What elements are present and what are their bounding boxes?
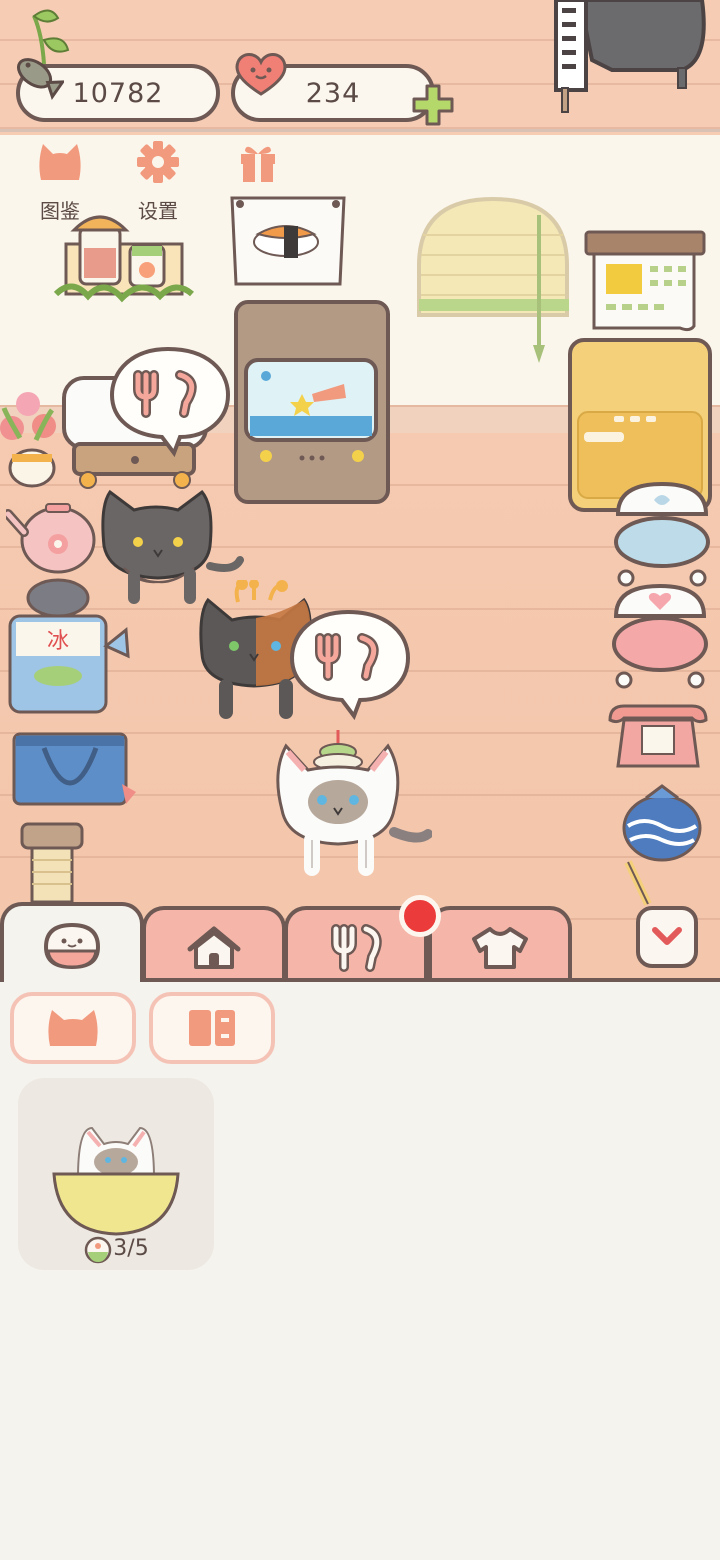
tab-clothes[interactable] xyxy=(428,906,572,986)
tab-home[interactable] xyxy=(142,906,286,986)
scratching-post xyxy=(20,822,84,904)
pink-stool[interactable] xyxy=(608,582,712,692)
book-icon xyxy=(189,1010,235,1046)
rice-ball-icon xyxy=(43,922,101,970)
svg-text:冰: 冰 xyxy=(47,629,69,654)
sushi-poster xyxy=(230,196,346,286)
shirt-icon xyxy=(472,927,528,969)
heart-amount: 234 xyxy=(305,77,361,109)
siamese-cat[interactable] xyxy=(268,722,432,880)
food-request-bubble-2[interactable] xyxy=(288,608,412,720)
chevron-down-icon xyxy=(652,927,682,945)
gift-icon xyxy=(241,146,275,182)
cat-bowl-image xyxy=(52,1126,180,1236)
pink-telephone[interactable] xyxy=(606,700,710,772)
inventory-panel: 3/5 xyxy=(0,982,720,1560)
teapot xyxy=(6,503,96,574)
collapse-panel-button[interactable] xyxy=(636,906,698,968)
jar-shelf xyxy=(53,215,194,303)
cat-head-icon xyxy=(39,144,81,180)
food-request-bubble[interactable] xyxy=(108,345,232,457)
house-icon xyxy=(187,926,241,969)
food-bowl-card[interactable]: 3/5 xyxy=(18,1078,214,1270)
item-count: 3/5 xyxy=(113,1236,149,1261)
cat-head-icon xyxy=(48,1010,98,1046)
blue-stool[interactable] xyxy=(610,480,714,590)
window xyxy=(417,196,569,363)
cafe-scene: 10782 234 图鉴 设置 冰 xyxy=(0,0,720,982)
denim-bag xyxy=(12,732,136,806)
piano[interactable] xyxy=(552,0,712,118)
subtab-book[interactable] xyxy=(149,992,275,1064)
heart-icon xyxy=(235,53,287,96)
coin-amount: 10782 xyxy=(72,77,164,109)
flower-pot xyxy=(0,392,56,488)
tab-cats[interactable] xyxy=(0,902,144,986)
fork-spoon-icon xyxy=(331,924,382,972)
gear-icon xyxy=(137,141,179,183)
tab-bar xyxy=(0,902,720,986)
fish-icon xyxy=(17,58,64,101)
add-hearts-button[interactable] xyxy=(410,82,456,128)
tv-cabinet[interactable] xyxy=(232,298,392,506)
wall-chart xyxy=(584,230,706,332)
wrapped-bundle xyxy=(622,784,702,862)
notification-badge xyxy=(399,895,441,937)
subtab-cats[interactable] xyxy=(10,992,136,1064)
